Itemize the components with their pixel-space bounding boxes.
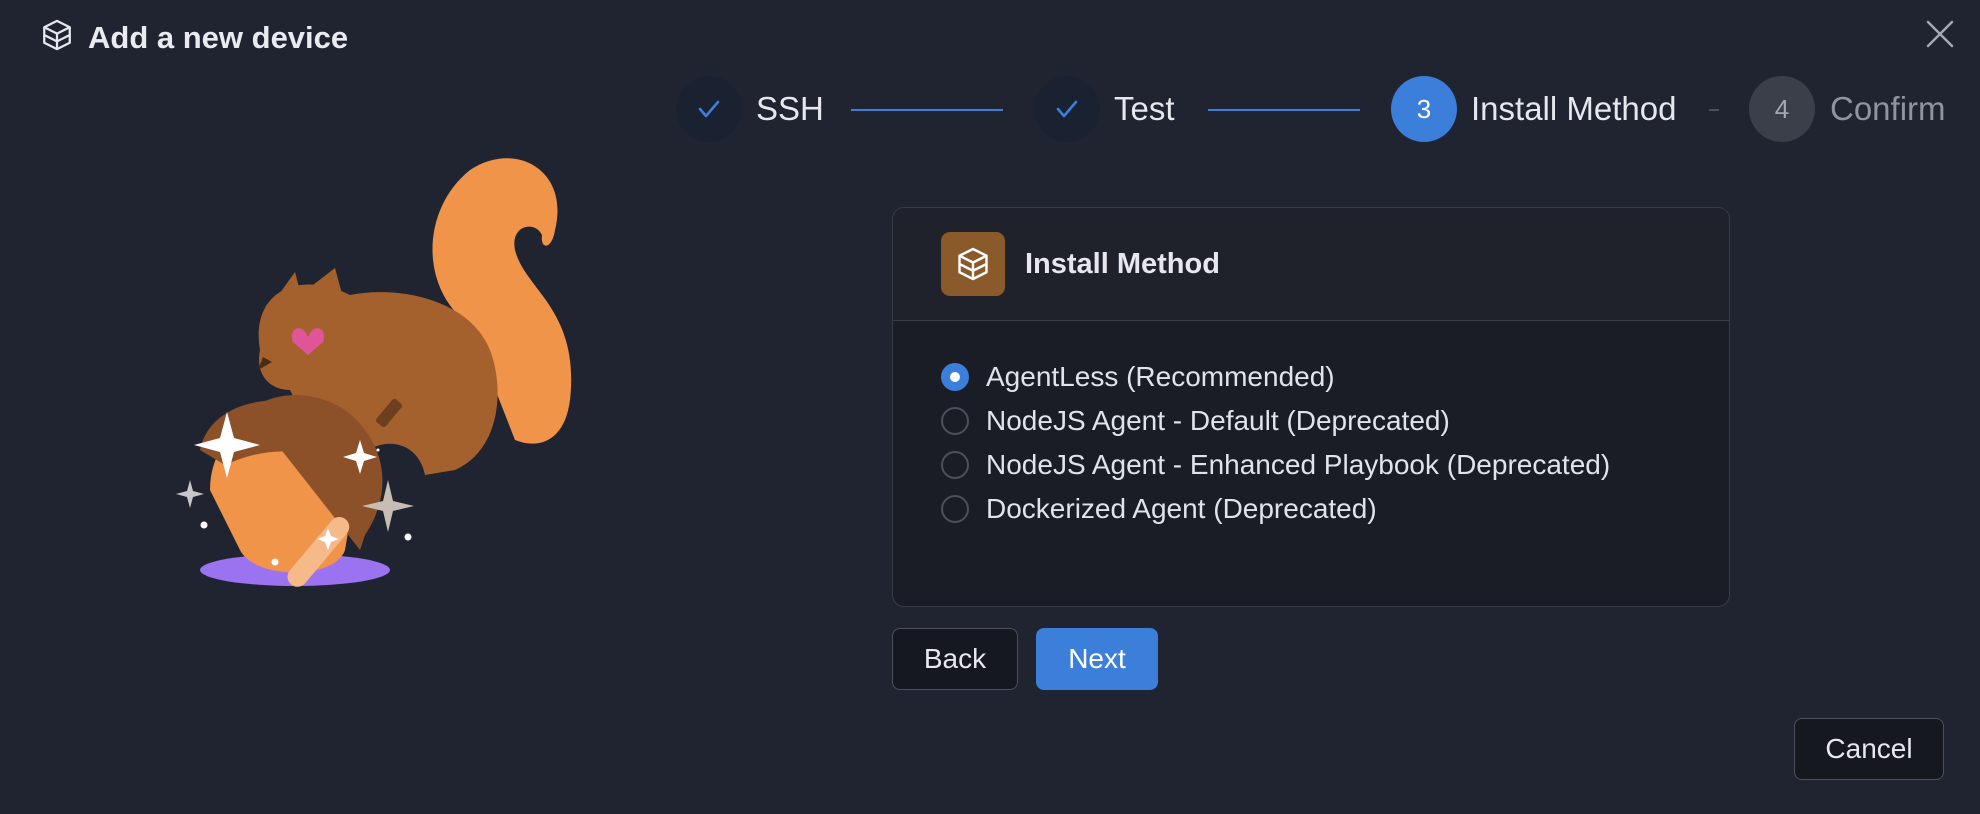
dialog-header: Add a new device [40, 18, 348, 57]
step-test-circle [1034, 76, 1100, 142]
radio-button[interactable] [941, 495, 969, 523]
step-install-method-label: Install Method [1471, 90, 1677, 127]
box-icon [941, 232, 1005, 296]
step-confirm-label: Confirm [1830, 90, 1946, 127]
step-ssh-label: SSH [756, 90, 824, 127]
option-label: NodeJS Agent - Default (Deprecated) [986, 405, 1450, 436]
check-icon [698, 100, 720, 118]
step-connector [851, 109, 1003, 111]
option-dockerized[interactable]: Dockerized Agent (Deprecated) [941, 487, 1729, 531]
check-icon [1056, 100, 1078, 118]
option-label: AgentLess (Recommended) [986, 361, 1335, 392]
cancel-button[interactable]: Cancel [1794, 718, 1944, 780]
step-connector [1208, 109, 1360, 111]
panel-title: Install Method [1025, 247, 1220, 280]
step-install-method-circle: 3 [1391, 76, 1457, 142]
step-test-label: Test [1114, 90, 1175, 127]
option-label: Dockerized Agent (Deprecated) [986, 493, 1377, 524]
install-method-options: AgentLess (Recommended) NodeJS Agent - D… [893, 321, 1729, 531]
radio-button[interactable] [941, 363, 969, 391]
option-label: NodeJS Agent - Enhanced Playbook (Deprec… [986, 449, 1611, 480]
next-button[interactable]: Next [1036, 628, 1158, 690]
panel-header: Install Method [893, 208, 1729, 321]
radio-button[interactable] [941, 407, 969, 435]
back-button[interactable]: Back [892, 628, 1018, 690]
step-connector [1709, 109, 1719, 111]
option-nodejs-enhanced[interactable]: NodeJS Agent - Enhanced Playbook (Deprec… [941, 443, 1729, 487]
option-agentless[interactable]: AgentLess (Recommended) [941, 355, 1729, 399]
squirrel-illustration [170, 150, 590, 605]
option-nodejs-default[interactable]: NodeJS Agent - Default (Deprecated) [941, 399, 1729, 443]
step-ssh-circle [676, 76, 742, 142]
step-confirm-circle: 4 [1749, 76, 1815, 142]
radio-button[interactable] [941, 451, 969, 479]
install-method-panel: Install Method AgentLess (Recommended) N… [892, 207, 1730, 607]
stepper: SSH Test 3 Install Method 4 Confirm [0, 76, 1980, 144]
dialog-title: Add a new device [88, 19, 349, 55]
box-icon [40, 18, 74, 57]
close-icon[interactable] [1920, 14, 1960, 54]
